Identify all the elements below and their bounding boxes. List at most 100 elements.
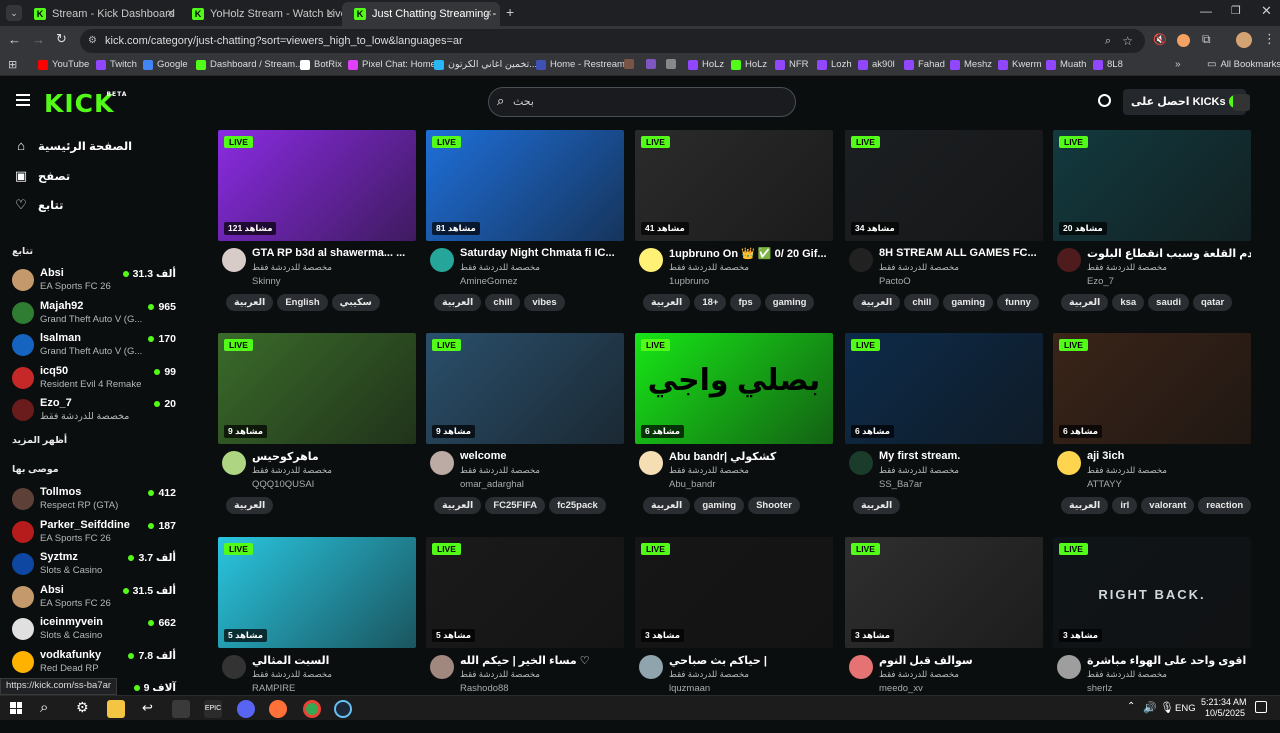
tab-kick-dashboard[interactable]: K Stream - Kick Dashboard × (22, 2, 182, 26)
streamer-username[interactable]: Ezo_7 (1087, 276, 1251, 287)
streamer-username[interactable]: lquzmaan (669, 683, 833, 694)
apps-grid-icon[interactable]: ⊞ (8, 58, 17, 71)
keyboard-icon[interactable] (172, 700, 190, 718)
stream-category[interactable]: مخصصة للدردشة فقط (669, 465, 833, 476)
streamer-avatar[interactable] (639, 451, 663, 475)
streamer-username[interactable]: ATTAYY (1087, 479, 1251, 490)
streamer-username[interactable]: SS_Ba7ar (879, 479, 1043, 490)
language-indicator[interactable]: ENG (1175, 703, 1196, 714)
stream-category[interactable]: مخصصة للدردشة فقط (252, 465, 416, 476)
stream-category[interactable]: مخصصة للدردشة فقط (669, 262, 833, 273)
stream-tag[interactable]: vibes (524, 294, 565, 311)
show-more-link[interactable]: أظهر المزيد (12, 435, 67, 446)
stream-tag[interactable]: Shooter (748, 497, 800, 514)
bookmark-item[interactable] (624, 59, 634, 69)
profile-avatar[interactable] (1236, 32, 1252, 48)
windows-start-icon[interactable] (10, 702, 22, 714)
new-tab-button[interactable]: + (506, 4, 514, 20)
stream-thumbnail[interactable]: LIVE 81 مشاهد (426, 130, 624, 241)
back-icon[interactable]: ← (8, 32, 21, 47)
stream-tag[interactable]: saudi (1148, 294, 1189, 311)
all-bookmarks-folder[interactable]: ▭ All Bookmarks (1207, 59, 1280, 70)
kick-logo[interactable]: KICK BETA (44, 89, 126, 118)
stream-tag[interactable]: gaming (943, 294, 994, 311)
file-explorer-icon[interactable] (107, 700, 125, 718)
clock-time[interactable]: 5:21:34 AM (1201, 697, 1247, 707)
bookmark-item[interactable]: YouTube (38, 59, 89, 70)
sidebar-channel[interactable]: lsalman Grand Theft Auto V (G... 170 (12, 331, 182, 361)
streamer-avatar[interactable] (430, 451, 454, 475)
notification-icon[interactable] (1255, 701, 1267, 713)
bookmark-item[interactable]: 8L8 (1093, 59, 1123, 70)
sidebar-channel[interactable]: vodkafunky Red Dead RP 7.8 ألف (12, 648, 182, 678)
sidebar-channel[interactable]: Ezo_7 مخصصة للدردشة فقط 20 (12, 396, 182, 426)
stream-tag[interactable]: gaming (764, 294, 815, 311)
stream-title[interactable]: GTA RP b3d al shawerma... ... (252, 247, 416, 259)
stream-thumbnail[interactable]: LIVE 6 مشاهد (845, 333, 1043, 444)
streamer-username[interactable]: meedo_xv (879, 683, 1043, 694)
stream-thumbnail[interactable]: LIVE 3 مشاهد (635, 537, 833, 648)
sidebar-channel[interactable]: Tollmos Respect RP (GTA) 412 (12, 485, 182, 515)
bookmark-item[interactable]: Lozh (817, 59, 852, 70)
tab-just-chatting[interactable]: K Just Chatting Streaming - Live× (342, 2, 500, 26)
stream-title[interactable]: Saturday Night Chmata fi IC... (460, 247, 624, 259)
stream-card[interactable]: LIVE 20 مشاهد حقيقة هدم القلعة وسبب انقطاع… (1053, 130, 1251, 326)
volume-icon[interactable]: 🔊 (1143, 701, 1157, 714)
sidebar-channel[interactable]: Majah92 Grand Theft Auto V (G... 965 (12, 299, 182, 329)
bookmark-item[interactable]: Google (143, 59, 188, 70)
stream-title[interactable]: السبت المثالي (252, 654, 416, 667)
settings-gear-icon[interactable]: ⚙ (76, 699, 89, 716)
stream-category[interactable]: مخصصة للدردشة فقط (1087, 465, 1251, 476)
bookmark-item[interactable]: تخمين اغاني الكرتون... (434, 59, 537, 70)
stream-card[interactable]: LIVE 121 مشاهد GTA RP b3d al shawerma... .… (218, 130, 416, 326)
stream-card[interactable]: LIVE 9 مشاهد welcome مخصصة للدردشة فقط omar_… (426, 333, 624, 529)
forward-icon[interactable]: → (32, 32, 45, 47)
stream-thumbnail[interactable]: LIVE 5 مشاهد (426, 537, 624, 648)
stream-tag[interactable]: English (277, 294, 328, 311)
sidebar-channel[interactable]: Syztmz Slots & Casino 3.7 ألف (12, 550, 182, 580)
browser-menu-icon[interactable]: ⋮ (1263, 31, 1276, 47)
stream-card[interactable]: LIVE 34 مشاهد 8H STREAM ALL GAMES FC... مخص… (845, 130, 1043, 326)
stream-tag[interactable]: irl (1112, 497, 1138, 514)
streamer-username[interactable]: QQQ10QUSAI (252, 479, 416, 490)
get-kicks-button[interactable]: احصل على KICKs (1123, 89, 1246, 115)
stream-card[interactable]: بصلي واجي LIVE 6 مشاهد Abu bandr| كشكولي مخص… (635, 333, 833, 529)
stream-tag[interactable]: العربية (853, 294, 901, 311)
hamburger-menu-icon[interactable] (16, 94, 30, 106)
stream-tag[interactable]: qatar (1192, 294, 1233, 311)
stream-category[interactable]: مخصصة للدردشة فقط (1087, 669, 1251, 680)
search-icon[interactable]: ⌕ (497, 93, 504, 109)
stream-category[interactable]: مخصصة للدردشة فقط (460, 465, 624, 476)
stream-tag[interactable]: العربية (1061, 294, 1109, 311)
steam-icon[interactable] (334, 700, 352, 718)
stream-tag[interactable]: 18+ (694, 294, 727, 311)
stream-tag[interactable]: funny (997, 294, 1039, 311)
stream-title[interactable]: سوالف قبل النوم (879, 654, 1043, 667)
stream-category[interactable]: مخصصة للدردشة فقط (669, 669, 833, 680)
stream-tag[interactable]: العربية (226, 294, 274, 311)
stream-thumbnail[interactable]: LIVE 34 مشاهد (845, 130, 1043, 241)
streamer-username[interactable]: Rashodo88 (460, 683, 624, 694)
nav-following[interactable]: ♡ تتابع (14, 194, 63, 216)
close-tab-icon[interactable]: × (327, 6, 334, 20)
nav-browse[interactable]: ▣ تصفح (14, 165, 70, 187)
streamer-avatar[interactable] (430, 248, 454, 272)
nav-home[interactable]: ⌂ الصفحة الرئيسية (14, 135, 132, 157)
bookmark-item[interactable]: NFR (775, 59, 809, 70)
maximize-window-icon[interactable]: ❐ (1231, 4, 1241, 17)
stream-tag[interactable]: العربية (226, 497, 274, 514)
bookmark-item[interactable]: HoLz (731, 59, 767, 70)
stream-tag[interactable]: reaction (1198, 497, 1252, 514)
stream-card[interactable]: LIVE 9 مشاهد ماهركوحيس مخصصة للدردشة فقط QQQ… (218, 333, 416, 529)
stream-tag[interactable]: chill (904, 294, 940, 311)
stream-category[interactable]: مخصصة للدردشة فقط (460, 262, 624, 273)
streamer-avatar[interactable] (639, 655, 663, 679)
site-info-icon[interactable]: ⚙ (88, 29, 97, 53)
stream-tag[interactable]: ksa (1112, 294, 1145, 311)
close-window-icon[interactable]: ✕ (1261, 3, 1272, 19)
stream-thumbnail[interactable]: RIGHT BACK. LIVE 3 مشاهد (1053, 537, 1251, 648)
bookmark-item[interactable]: Pixel Chat: Home (348, 59, 436, 70)
sidebar-channel[interactable]: Absi EA Sports FC 26 31.3 ألف (12, 266, 182, 296)
streamer-avatar[interactable] (1057, 451, 1081, 475)
sidebar-channel[interactable]: iceinmyvein Slots & Casino 662 (12, 615, 182, 645)
